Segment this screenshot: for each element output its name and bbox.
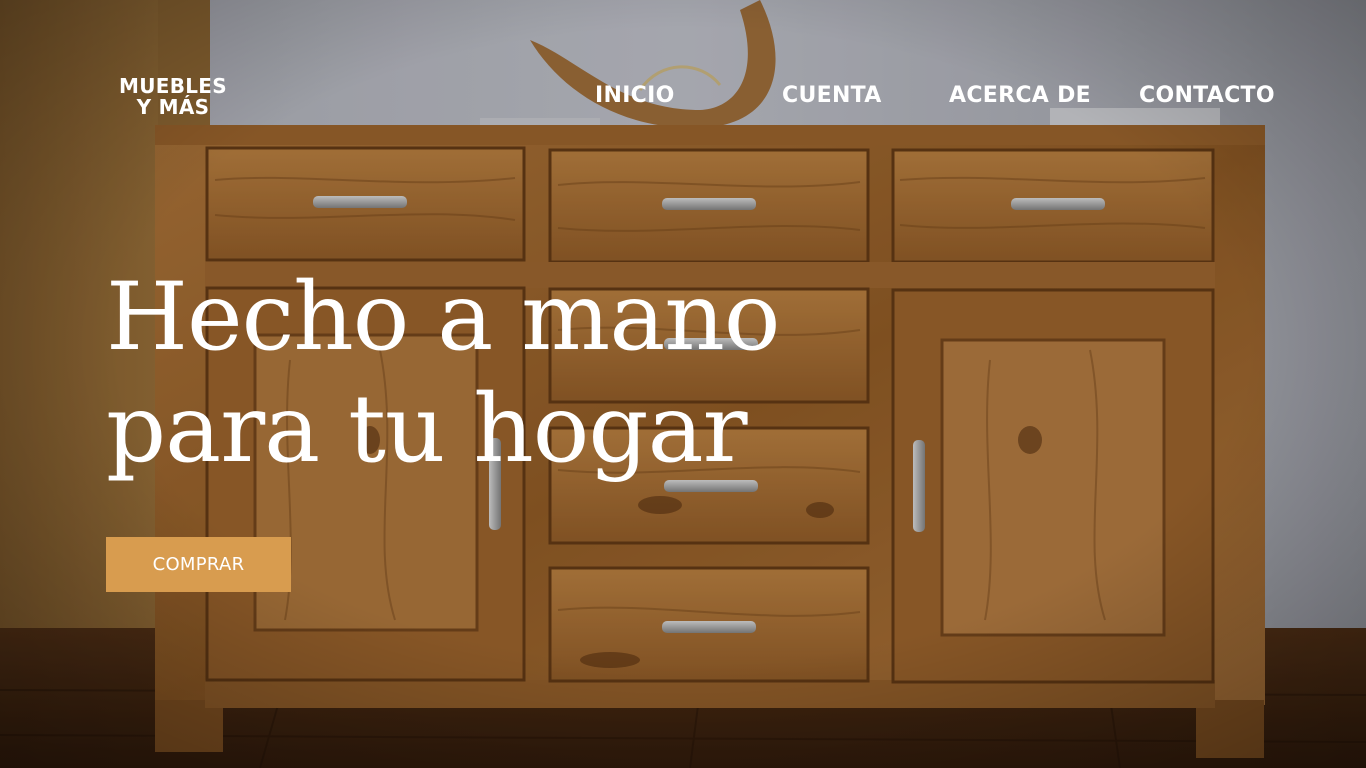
- comprar-button[interactable]: COMPRAR: [106, 537, 291, 592]
- hero-title-line-1: Hecho a mano: [106, 263, 780, 372]
- nav-link-acerca-de[interactable]: ACERCA DE: [949, 82, 1091, 110]
- nav-link-inicio[interactable]: INICIO: [595, 82, 675, 110]
- nav-link-cuenta[interactable]: CUENTA: [782, 82, 882, 110]
- hero-title: Hecho a mano para tu hogar: [106, 262, 780, 486]
- nav-link-contacto[interactable]: CONTACTO: [1139, 82, 1275, 110]
- main-nav: INICIO CUENTA ACERCA DE CONTACTO: [0, 82, 1366, 112]
- hero-title-line-2: para tu hogar: [106, 375, 748, 484]
